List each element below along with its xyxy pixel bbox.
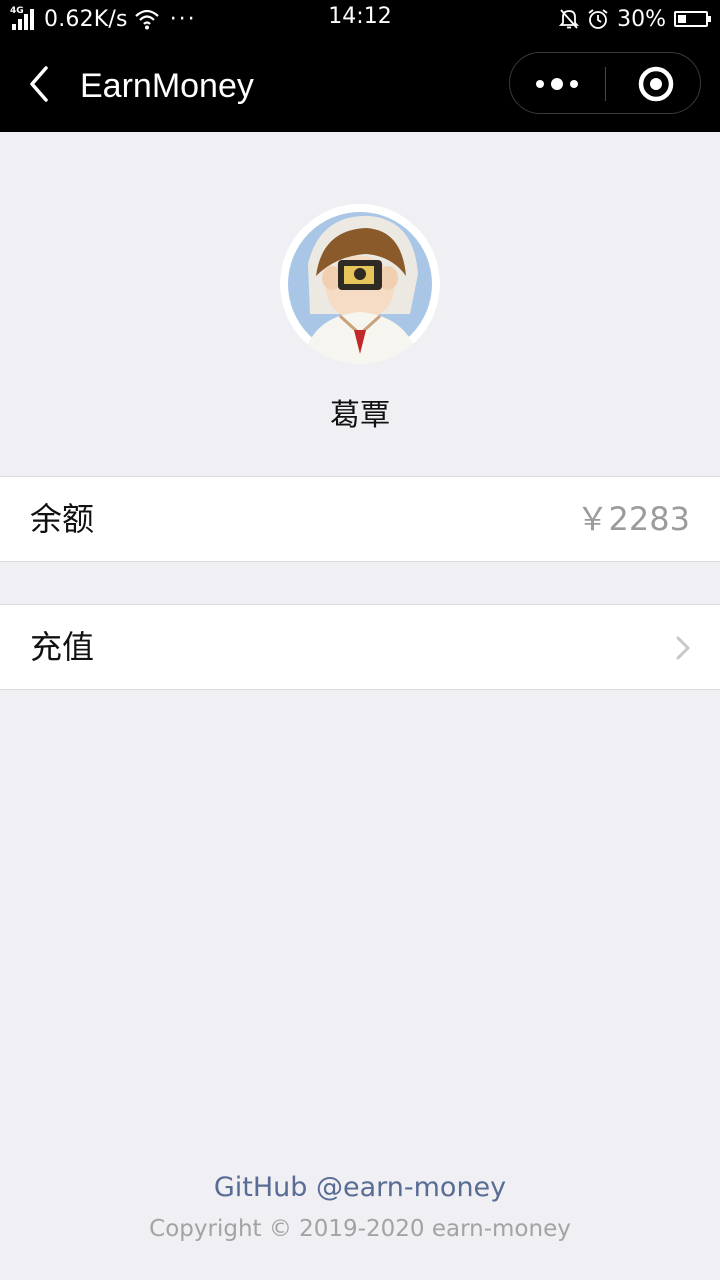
status-right: 30% <box>559 4 711 34</box>
battery-icon <box>674 11 711 27</box>
recharge-label: 充值 <box>30 628 95 666</box>
chevron-left-icon[interactable] <box>22 64 62 104</box>
username: 葛覃 <box>330 398 390 433</box>
github-link[interactable]: GitHub @earn-money <box>0 1172 720 1203</box>
balance-label: 余额 <box>30 500 95 538</box>
navigation-bar: EarnMoney <box>0 38 720 132</box>
avatar-image <box>288 212 432 364</box>
mute-bell-icon <box>559 9 580 29</box>
balance-cell: 余额 ￥2283 <box>0 476 720 562</box>
recharge-cell[interactable]: 充值 <box>0 604 720 690</box>
mini-program-capsule <box>509 52 701 114</box>
balance-value: ￥2283 <box>576 500 690 538</box>
page-title: EarnMoney <box>80 67 254 105</box>
avatar[interactable] <box>280 204 440 364</box>
alarm-icon <box>588 9 608 29</box>
status-bar: 4G 0.62K/s ··· 14:12 30% <box>0 0 720 38</box>
target-close-icon[interactable] <box>606 53 700 113</box>
profile-header: 葛覃 <box>0 132 720 476</box>
battery-percent: 30% <box>617 6 666 32</box>
copyright-text: Copyright © 2019-2020 earn-money <box>149 1216 571 1242</box>
chevron-right-icon <box>676 636 690 660</box>
more-dots-icon[interactable] <box>510 53 605 113</box>
